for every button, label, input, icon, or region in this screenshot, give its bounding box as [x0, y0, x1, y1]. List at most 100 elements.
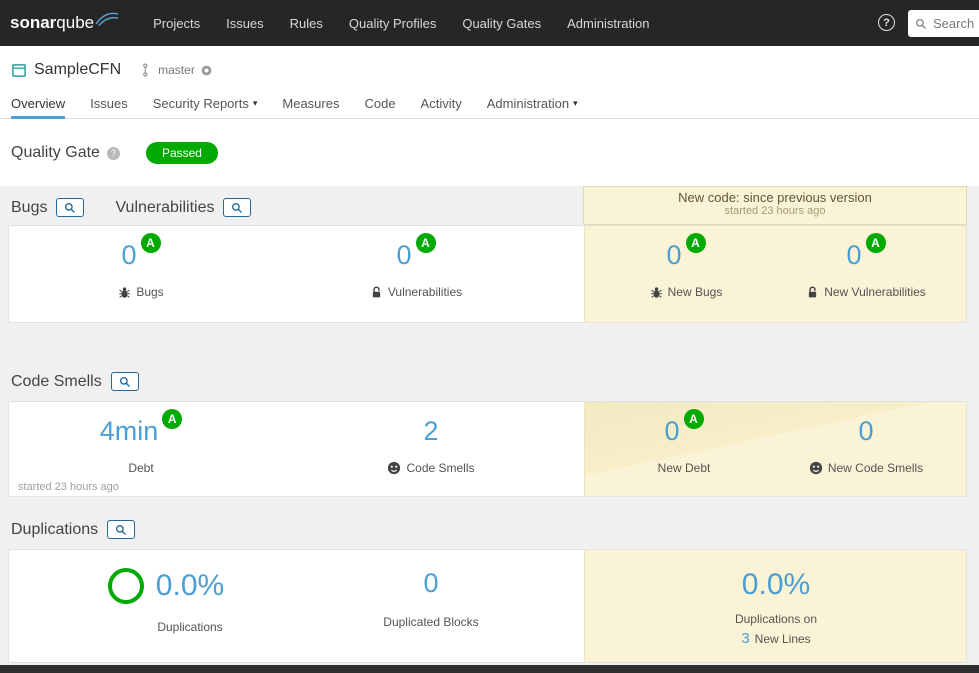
- debt-value[interactable]: 4min A: [56, 409, 226, 447]
- duplications-section-title: Duplications: [11, 520, 99, 538]
- project-header: SampleCFN master: [0, 46, 979, 79]
- new-debt-amount[interactable]: 0: [664, 416, 679, 446]
- new-debt-rating-badge: A: [683, 409, 704, 429]
- new-debt-value[interactable]: 0A: [599, 409, 769, 447]
- branch-status-icon: [201, 65, 212, 75]
- bug-icon: [650, 286, 662, 298]
- bugs-history-button[interactable]: [56, 198, 85, 217]
- tab-issues-label: Issues: [90, 96, 128, 111]
- vulnerabilities-value[interactable]: 0A: [331, 233, 501, 271]
- bugs-label: Bugs: [56, 285, 226, 299]
- duplications-donut-icon: [107, 568, 144, 604]
- nav-item-quality-gates[interactable]: Quality Gates: [462, 16, 541, 31]
- help-icon[interactable]: ?: [878, 14, 895, 31]
- bugs-count[interactable]: 0: [121, 240, 136, 270]
- tab-code[interactable]: Code: [364, 96, 395, 119]
- vulnerabilities-label: Vulnerabilities: [331, 285, 501, 299]
- lock-icon: [372, 286, 381, 297]
- nav-item-administration[interactable]: Administration: [567, 16, 649, 31]
- leak-period-note: started 23 hours ago: [18, 481, 119, 493]
- tab-overview[interactable]: Overview: [11, 96, 66, 119]
- logo-text-sonar: sonar: [10, 13, 57, 32]
- sonarqube-logo[interactable]: sonar qube: [10, 12, 119, 33]
- project-name[interactable]: SampleCFN: [34, 61, 121, 79]
- new-duplications-value[interactable]: 0.0%: [691, 568, 861, 602]
- bugs-vulnerabilities-card: 0A Bugs 0A Vulnerabilities 0A New Bugs 0…: [8, 225, 967, 323]
- new-vulnerabilities-label: New Vulnerabilities: [781, 285, 951, 299]
- quality-gate-title: Quality Gate: [11, 144, 100, 161]
- branch-name: master: [158, 63, 195, 77]
- tab-administration[interactable]: Administration ▾: [487, 96, 578, 119]
- new-lines-value[interactable]: 3: [741, 630, 749, 647]
- nav-item-quality-profiles[interactable]: Quality Profiles: [349, 16, 436, 31]
- magnifier-icon: [116, 524, 127, 535]
- project-tabs: Overview Issues Security Reports ▾ Measur…: [11, 96, 578, 119]
- footer-bar: [0, 665, 979, 673]
- duplications-section-header: Duplications: [11, 520, 136, 539]
- quality-gate-status-badge: Passed: [145, 142, 218, 164]
- bug-icon: [119, 286, 131, 298]
- bugs-label-text: Bugs: [136, 285, 164, 299]
- new-code-banner-title: New code: since previous version: [678, 190, 872, 205]
- quality-gate-help-icon[interactable]: ?: [106, 146, 120, 160]
- duplications-history-button[interactable]: [107, 520, 136, 539]
- metric-debt: 4min A Debt: [56, 409, 226, 475]
- duplicated-blocks-value[interactable]: 0: [346, 568, 516, 599]
- branch-selector[interactable]: master: [142, 63, 213, 77]
- tab-measures-label: Measures: [282, 96, 340, 111]
- search-placeholder: Search: [933, 16, 975, 31]
- code-smells-section-header: Code Smells: [11, 372, 139, 391]
- new-duplications-label: Duplications on: [691, 612, 861, 626]
- tab-security-reports[interactable]: Security Reports ▾: [153, 96, 258, 119]
- top-navbar: sonar qube Projects Issues Rules Quality …: [0, 0, 979, 46]
- new-vulnerabilities-count[interactable]: 0: [846, 240, 861, 270]
- metric-duplicated-blocks: 0 Duplicated Blocks: [346, 568, 516, 629]
- new-code-smells-value[interactable]: 0: [781, 416, 951, 447]
- metric-code-smells: 2 Code Smells: [346, 416, 516, 475]
- bugs-value[interactable]: 0A: [56, 233, 226, 271]
- metric-new-bugs: 0A New Bugs: [601, 233, 771, 299]
- duplications-card: 0.0% Duplications 0 Duplicated Blocks 0.…: [8, 549, 967, 663]
- new-code-smells-count[interactable]: 0: [858, 416, 873, 446]
- tab-code-label: Code: [364, 96, 396, 111]
- vulnerabilities-count[interactable]: 0: [396, 240, 411, 270]
- new-debt-label: New Debt: [599, 461, 769, 475]
- tab-activity-label: Activity: [420, 96, 462, 111]
- new-bugs-count[interactable]: 0: [666, 240, 681, 270]
- magnifier-icon: [232, 202, 243, 213]
- duplications-value[interactable]: 0.0%: [156, 569, 224, 603]
- debt-label: Debt: [56, 461, 226, 475]
- global-search-input[interactable]: Search: [908, 10, 979, 37]
- duplicated-blocks-label-text: Duplicated Blocks: [383, 615, 479, 629]
- tab-measures[interactable]: Measures: [282, 96, 339, 119]
- new-bugs-rating-badge: A: [685, 233, 706, 253]
- metric-vulnerabilities: 0A Vulnerabilities: [331, 233, 501, 299]
- duplicated-blocks-label: Duplicated Blocks: [346, 615, 516, 629]
- project-context-bar: SampleCFN master Overview Issues Securit…: [0, 46, 979, 119]
- new-vulnerabilities-value[interactable]: 0A: [781, 233, 951, 271]
- tab-security-reports-label: Security Reports: [152, 96, 249, 111]
- new-code-banner-subtitle: started 23 hours ago: [724, 205, 826, 217]
- new-bugs-value[interactable]: 0A: [601, 233, 771, 271]
- logo-text-qube: qube: [56, 13, 95, 32]
- code-smells-section-title: Code Smells: [11, 372, 102, 390]
- tab-issues[interactable]: Issues: [90, 96, 128, 119]
- code-smells-history-button[interactable]: [110, 372, 139, 391]
- project-icon: [12, 63, 26, 77]
- new-vulnerabilities-label-text: New Vulnerabilities: [824, 285, 926, 299]
- vulnerabilities-history-button[interactable]: [223, 198, 252, 217]
- tab-overview-label: Overview: [11, 96, 66, 111]
- code-smells-count[interactable]: 2: [423, 416, 438, 446]
- nav-item-projects[interactable]: Projects: [153, 16, 200, 31]
- nav-item-issues[interactable]: Issues: [226, 16, 264, 31]
- code-smells-value[interactable]: 2: [346, 416, 516, 447]
- new-vulnerabilities-rating-badge: A: [865, 233, 886, 253]
- search-icon: [915, 18, 926, 29]
- tab-activity[interactable]: Activity: [421, 96, 462, 119]
- debt-amount[interactable]: 4min: [100, 416, 159, 446]
- vulnerabilities-rating-badge: A: [415, 233, 436, 253]
- code-smell-icon: [388, 461, 401, 475]
- nav-item-rules[interactable]: Rules: [290, 16, 323, 31]
- duplications-value-group: 0.0%: [51, 568, 281, 604]
- new-duplications-label-text: Duplications on: [734, 612, 818, 626]
